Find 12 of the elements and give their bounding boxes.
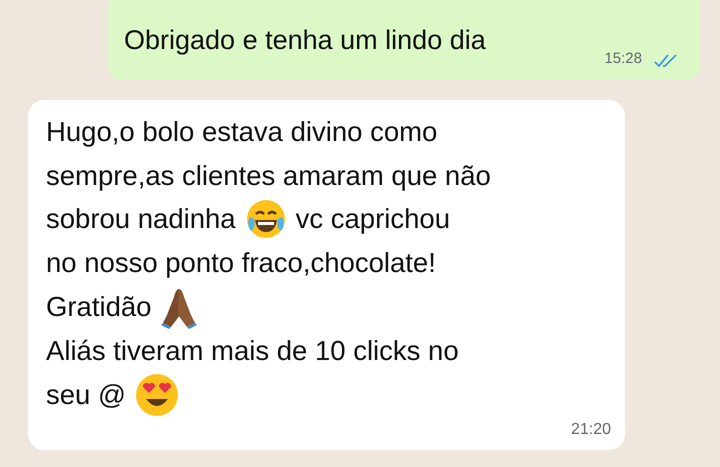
message-text: no nosso ponto fraco,chocolate! [46,246,436,280]
message-text: seu @ [46,378,126,412]
message-text: sobrou nadinha [46,202,236,236]
message-text: sempre,as clientes amaram que não [46,158,491,193]
message-text: Aliás tiveram mais de 10 clicks no [46,334,459,368]
heart-eyes-emoji-icon [134,372,180,418]
message-text: vc caprichou [296,202,450,236]
message-time: 15:28 [604,48,642,68]
message-time: 21:20 [570,420,611,440]
message-text: Gratidão [46,290,152,324]
message-text: Obrigado e tenha um lindo dia [124,24,486,57]
message-text: Hugo,o bolo estava divino como [46,115,438,150]
